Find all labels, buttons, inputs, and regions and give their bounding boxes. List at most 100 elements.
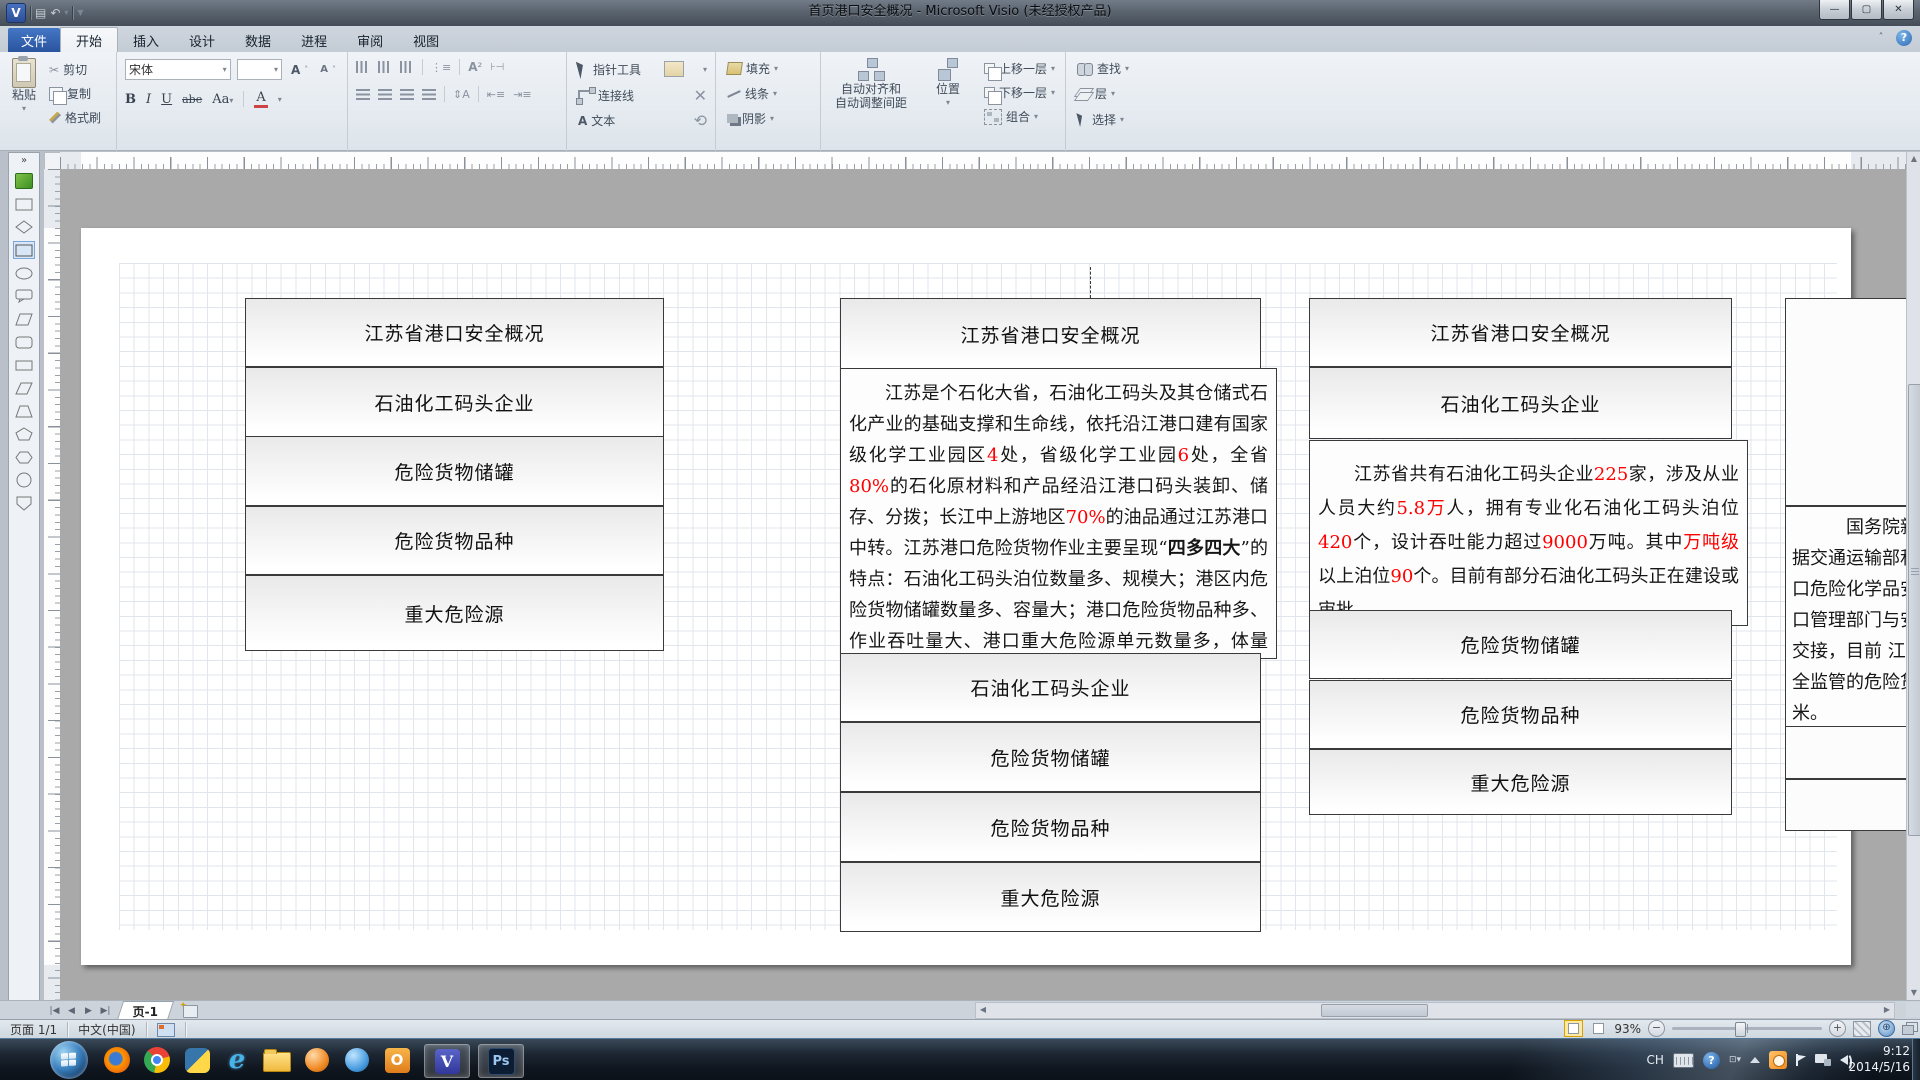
change-case-button[interactable]: Aa▾ bbox=[212, 92, 233, 107]
horizontal-ruler[interactable] bbox=[60, 152, 1906, 170]
undo-dropdown-icon[interactable]: ▾ bbox=[64, 4, 68, 22]
network-icon[interactable] bbox=[1815, 1054, 1831, 1067]
taskbar-internet-explorer-icon[interactable]: e bbox=[220, 1044, 254, 1076]
vertical-scrollbar[interactable]: ▲ ▼ bbox=[1906, 152, 1920, 1000]
shape-col4-empty1[interactable] bbox=[1785, 298, 1906, 506]
first-page-icon[interactable]: |◀ bbox=[46, 1006, 63, 1016]
shape-col3-enterprise[interactable]: 石油化工码头企业 bbox=[1309, 367, 1732, 439]
layers-button[interactable]: 层▾ bbox=[1074, 84, 1118, 103]
taskbar-photoshop-icon-active[interactable]: Ps bbox=[478, 1044, 524, 1078]
text-tool-button[interactable]: A文本 bbox=[575, 111, 618, 130]
zoom-level[interactable]: 93% bbox=[1614, 1022, 1641, 1036]
rectangle-tool-icon[interactable] bbox=[664, 61, 684, 77]
shape-col2-box4[interactable]: 重大危险源 bbox=[840, 862, 1261, 932]
maximize-button[interactable]: ▢ bbox=[1851, 0, 1882, 20]
shape-col3-box3[interactable]: 重大危险源 bbox=[1309, 749, 1732, 815]
previous-page-icon[interactable]: ◀ bbox=[63, 1006, 80, 1016]
fill-button[interactable]: 填充▾ bbox=[724, 59, 781, 78]
shape-master-trapezoid[interactable] bbox=[14, 403, 34, 419]
shape-col2-box2[interactable]: 危险货物储罐 bbox=[840, 722, 1261, 792]
shape-master-hexagon[interactable] bbox=[14, 449, 34, 465]
show-desktop-button[interactable] bbox=[1912, 1039, 1920, 1080]
tray-notes-icon[interactable] bbox=[1769, 1051, 1787, 1069]
font-color-button[interactable]: A bbox=[254, 90, 267, 108]
taskbar-visio-icon-active[interactable]: V bbox=[424, 1044, 470, 1078]
copy-button[interactable]: 复制 bbox=[46, 84, 104, 103]
hidden-icons-arrow[interactable] bbox=[1750, 1057, 1760, 1063]
underline-button[interactable]: U bbox=[161, 92, 172, 107]
shape-col1-box3[interactable]: 危险货物储罐 bbox=[245, 436, 664, 506]
shape-col1-box2[interactable]: 石油化工码头企业 bbox=[245, 367, 664, 437]
drawing-canvas[interactable]: 江苏省港口安全概况 石油化工码头企业 危险货物储罐 危险货物品种 重大危险源 江… bbox=[60, 169, 1906, 1000]
zoom-slider[interactable] bbox=[1672, 1027, 1822, 1030]
shape-col3-box1[interactable]: 危险货物储罐 bbox=[1309, 610, 1732, 679]
font-size-select[interactable]: ▾ bbox=[237, 59, 282, 80]
tab-data[interactable]: 数据 bbox=[230, 28, 286, 52]
rotate-text-icon[interactable]: ⟲ bbox=[694, 111, 707, 130]
taskbar-chrome-icon[interactable] bbox=[140, 1044, 174, 1076]
line-spacing-icon[interactable]: ⇕A bbox=[453, 88, 470, 101]
connection-point-icon[interactable]: ✕ bbox=[694, 86, 707, 105]
shape-master-callout[interactable] bbox=[14, 288, 34, 304]
zoom-slider-thumb[interactable] bbox=[1735, 1022, 1746, 1037]
shape-col3-header[interactable]: 江苏省港口安全概况 bbox=[1309, 298, 1732, 367]
taskbar-python-icon[interactable] bbox=[180, 1044, 214, 1076]
shape-master-diamond[interactable] bbox=[14, 219, 34, 235]
pan-zoom-icon[interactable]: ⊕ bbox=[1878, 1020, 1895, 1037]
minimize-button[interactable]: — bbox=[1819, 0, 1850, 20]
scroll-up-icon[interactable]: ▲ bbox=[1908, 152, 1920, 166]
drawing-page[interactable]: 江苏省港口安全概况 石油化工码头企业 危险货物储罐 危险货物品种 重大危险源 江… bbox=[81, 228, 1851, 965]
group-button[interactable]: 组合▾ bbox=[981, 107, 1058, 126]
shape-col4-empty2[interactable] bbox=[1785, 726, 1906, 779]
vertical-scrollbar-thumb[interactable] bbox=[1908, 384, 1920, 836]
text-direction-icon[interactable]: ⊦⊣ bbox=[490, 62, 504, 73]
tab-design[interactable]: 设计 bbox=[174, 28, 230, 52]
shape-master-rounded-rectangle[interactable] bbox=[14, 334, 34, 350]
format-painter-button[interactable]: 格式刷 bbox=[46, 108, 104, 127]
line-button[interactable]: 线条▾ bbox=[724, 84, 780, 103]
taskbar-app-orange-icon[interactable] bbox=[300, 1044, 334, 1076]
bold-button[interactable]: B bbox=[125, 92, 136, 107]
tray-help-icon[interactable]: ? bbox=[1703, 1052, 1720, 1069]
shape-col3-paragraph[interactable]: 江苏省共有石油化工码头企业225家，涉及从业人员大约5.8万人，拥有专业化石油化… bbox=[1309, 440, 1748, 626]
pointer-tool-button[interactable]: 指针工具 bbox=[575, 59, 644, 79]
tab-file[interactable]: 文件 bbox=[8, 28, 60, 52]
scroll-right-icon[interactable]: ▶ bbox=[1880, 1003, 1894, 1016]
connector-tool-button[interactable]: 连接线 bbox=[575, 85, 637, 105]
keyboard-icon[interactable] bbox=[1673, 1053, 1694, 1068]
taskbar-file-explorer-icon[interactable] bbox=[260, 1044, 294, 1076]
shape-master-rectangle[interactable] bbox=[14, 196, 34, 212]
shape-col1-box4[interactable]: 危险货物品种 bbox=[245, 506, 664, 575]
align-right-icon[interactable] bbox=[400, 89, 414, 100]
bullet-list-icon[interactable]: ⋮≡ bbox=[431, 61, 451, 74]
tray-clock[interactable]: 9:12 2014/5/16 bbox=[1848, 1043, 1910, 1075]
scroll-down-icon[interactable]: ▼ bbox=[1908, 986, 1920, 1000]
expand-shapes-panel-icon[interactable]: » bbox=[21, 155, 27, 166]
horizontal-scrollbar[interactable]: ◀ ▶ bbox=[975, 1002, 1895, 1019]
shape-col3-box2[interactable]: 危险货物品种 bbox=[1309, 680, 1732, 749]
align-bottom-icon[interactable] bbox=[400, 61, 414, 73]
shape-col2-header[interactable]: 江苏省港口安全概况 bbox=[840, 298, 1261, 370]
horizontal-scrollbar-thumb[interactable] bbox=[1321, 1004, 1428, 1017]
scroll-left-icon[interactable]: ◀ bbox=[976, 1003, 990, 1016]
tab-process[interactable]: 进程 bbox=[286, 28, 342, 52]
shape-col4-empty3[interactable] bbox=[1785, 779, 1906, 831]
align-middle-icon[interactable] bbox=[378, 61, 392, 73]
macro-icon[interactable] bbox=[157, 1023, 175, 1037]
auto-align-button[interactable]: 自动对齐和 自动调整间距 bbox=[827, 56, 915, 126]
taskbar-app-blue-icon[interactable] bbox=[340, 1044, 374, 1076]
tray-window-icon[interactable]: ⊡▾ bbox=[1729, 1055, 1741, 1065]
presentation-view-icon[interactable] bbox=[1590, 1021, 1607, 1036]
action-center-flag-icon[interactable] bbox=[1796, 1054, 1806, 1066]
switch-windows-icon[interactable] bbox=[1902, 1022, 1918, 1035]
strikethrough-button[interactable]: abe bbox=[182, 93, 202, 106]
select-button[interactable]: 选择▾ bbox=[1074, 109, 1127, 129]
shadow-button[interactable]: 阴影▾ bbox=[724, 109, 777, 128]
whole-page-view-icon[interactable] bbox=[1564, 1020, 1583, 1037]
page-tab-1[interactable]: 页-1 bbox=[117, 1001, 175, 1020]
shape-col1-header[interactable]: 江苏省港口安全概况 bbox=[245, 298, 664, 367]
status-language[interactable]: 中文(中国) bbox=[68, 1020, 145, 1039]
align-top-icon[interactable] bbox=[356, 61, 370, 73]
shape-master-parallelogram[interactable] bbox=[14, 311, 34, 327]
save-icon[interactable]: ▤ bbox=[35, 4, 46, 22]
